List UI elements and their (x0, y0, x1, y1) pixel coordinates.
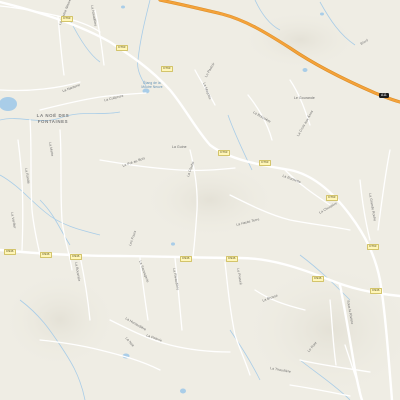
road-shield: D946 (70, 254, 82, 260)
pond (302, 68, 308, 72)
relief-shading (240, 10, 360, 70)
relief-shading (0, 270, 120, 370)
map-base-layer (0, 0, 400, 400)
relief-shading (140, 160, 280, 240)
place-label-la-noe-des-fontaines: LA NOË DES FONTAINES (36, 113, 70, 124)
locality-label: Le Gourande (294, 96, 315, 100)
locality-label: La Guine (172, 145, 187, 149)
road-shield: D763 (116, 45, 128, 51)
road-shield: D946 (4, 249, 16, 255)
road-shield: D763 (326, 195, 338, 201)
road-shield: D946 (40, 252, 52, 258)
road-shield: D763 (61, 16, 73, 22)
road-shield: D763 (259, 160, 271, 166)
road-shield: D946 (312, 276, 324, 282)
road-shield: D946 (226, 256, 238, 262)
pond (320, 12, 324, 16)
road-shield: D763 (367, 244, 379, 250)
motorway-shield-icon: A11 (379, 93, 389, 98)
pond (171, 242, 175, 246)
road-shield: D946 (180, 256, 192, 262)
pond (121, 5, 125, 9)
water-label: Étang de la Moutre Neuve (141, 81, 163, 89)
road-shield: D763 (161, 66, 173, 72)
pond (180, 388, 186, 394)
road-shield: D763 (218, 150, 230, 156)
map-canvas[interactable]: Étang de la Moutre Neuve LA NOË DES FONT… (0, 0, 400, 400)
road-shield: D946 (370, 288, 382, 294)
